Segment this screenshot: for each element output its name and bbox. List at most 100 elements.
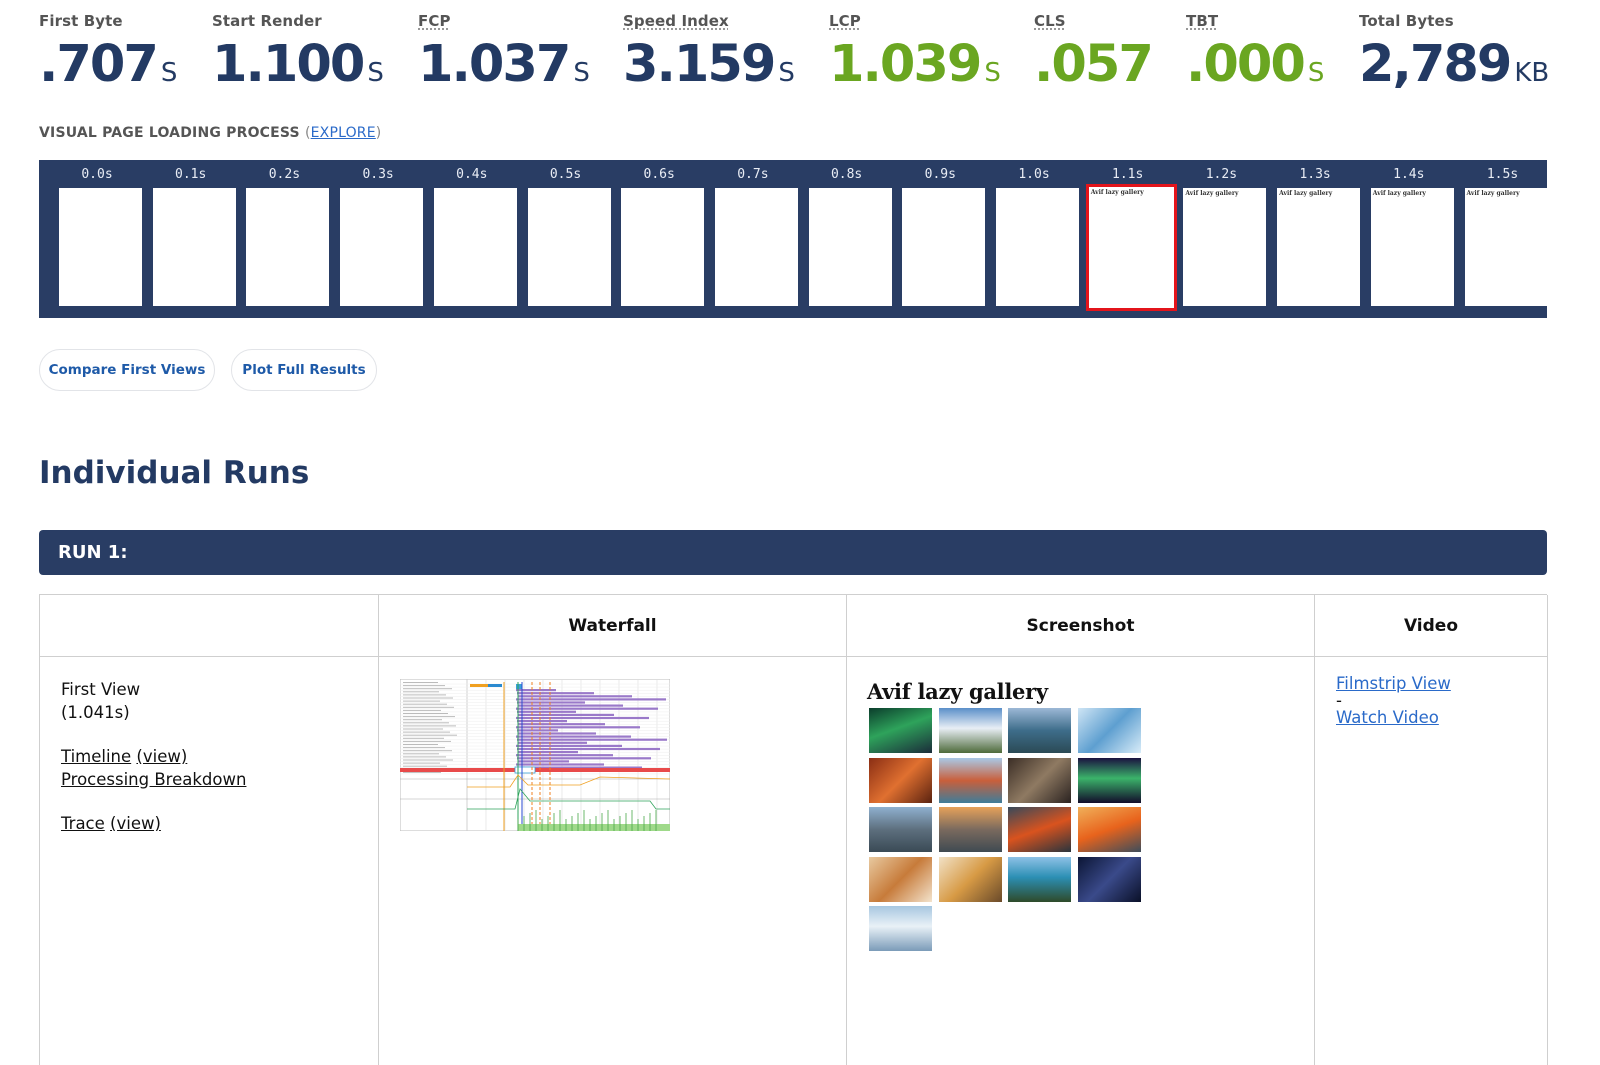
trace-view-link[interactable]: (view) [110,814,161,833]
waterfall-mark [403,734,457,736]
frame-thumbnail [59,188,142,306]
waterfall-mark [403,685,445,687]
frame-thumbnail: Avif lazy gallery [1464,188,1547,306]
watch-video-link[interactable]: Watch Video [1336,709,1451,726]
metric-cls: CLS .057 [1034,12,1154,93]
metric-label[interactable]: Speed Index [623,12,795,30]
frame-thumbnail [996,188,1079,306]
gallery-image [1077,856,1141,902]
metric-tbt: TBT .000 S [1186,12,1324,101]
gallery-image [869,708,932,753]
waterfall-mark [518,695,632,698]
filmstrip-frame[interactable]: 1.3s Avif lazy gallery [1269,160,1361,318]
frame-thumbnail-text: Avif lazy gallery [1372,190,1426,197]
waterfall-mark [403,719,442,721]
filmstrip-view-link[interactable]: Filmstrip View [1336,675,1451,692]
trace-link[interactable]: Trace [61,814,105,833]
column-screenshot: Screenshot Avif lazy gallery [847,595,1315,1065]
frame-thumbnail [714,188,798,306]
frame-time: 1.1s [1112,167,1144,182]
filmstrip-frame[interactable]: 0.0s [51,160,143,318]
frame-thumbnail [152,188,236,306]
screenshot-thumbnail[interactable]: Avif lazy gallery [867,679,1141,951]
gallery-image [1008,757,1071,803]
frame-time: 0.9s [924,167,956,182]
metrics-summary: First Byte .707 S Start Render 1.100 S FCP… [39,12,1559,102]
frame-time: 1.4s [1393,167,1425,182]
filmstrip-frame[interactable]: 0.8s [801,160,893,318]
waterfall-mark [403,709,441,711]
frame-thumbnail: Avif lazy gallery [1277,188,1361,306]
metric-number: 1.100 [212,35,365,94]
metric-number: 3.159 [623,35,776,94]
metric-label[interactable]: CLS [1034,12,1152,30]
gallery-image [1008,807,1071,852]
frame-time: 0.4s [456,167,488,182]
gallery-image [869,906,932,951]
section-title: Individual Runs [39,455,310,491]
waterfall-thumbnail[interactable] [400,679,670,831]
waterfall-mark [403,706,454,708]
first-view-time: (1.041s) [61,702,130,722]
metric-number: 2,789 [1359,35,1512,94]
waterfall-mark [403,728,443,730]
screenshot-gallery [869,708,1149,968]
filmstrip-frame[interactable]: 1.5s Avif lazy gallery [1457,160,1547,318]
timeline-link[interactable]: Timeline [61,747,131,766]
gallery-image [869,757,932,803]
separator: - [1336,691,1342,710]
processing-breakdown-link[interactable]: Processing Breakdown [61,770,246,789]
filmstrip-frame[interactable]: 1.1s Avif lazy gallery [1082,160,1177,318]
waterfall-mark [516,716,649,720]
run-label: RUN 1: [58,542,128,563]
gallery-image [869,856,932,902]
metric-value: 1.039 S [829,37,1001,101]
waterfall-mark [403,771,441,773]
metric-first-byte: First Byte .707 S [39,12,177,101]
filmstrip-frame[interactable]: 1.0s [988,160,1080,318]
compare-first-views-button[interactable]: Compare First Views [39,349,215,391]
frame-thumbnail-text: Avif lazy gallery [1185,190,1239,197]
timeline-view-link[interactable]: (view) [136,747,187,766]
screenshot-title: Avif lazy gallery [867,679,1048,704]
filmstrip-frame[interactable]: 0.5s [520,160,612,318]
metric-label[interactable]: LCP [829,12,1001,30]
plot-full-results-button[interactable]: Plot Full Results [231,349,377,391]
waterfall-mark [516,744,622,747]
filmstrip-frame[interactable]: 1.4s Avif lazy gallery [1363,160,1455,318]
filmstrip-frame[interactable]: 0.6s [613,160,705,318]
waterfall-mark [518,751,578,754]
metric-unit: S [1307,58,1325,88]
waterfall-mark [518,824,670,831]
waterfall-mark [403,722,449,724]
column-header-empty [40,595,378,657]
metric-value: 2,789 KB [1359,37,1549,101]
filmstrip-frame[interactable]: 1.2s Avif lazy gallery [1175,160,1267,318]
filmstrip-frame[interactable]: 0.3s [332,160,424,318]
waterfall-mark [403,762,440,764]
waterfall-mark [518,723,605,726]
waterfall-mark [516,726,640,729]
filmstrip-frame[interactable]: 0.7s [707,160,799,318]
waterfall-mark [403,765,447,767]
metric-label[interactable]: FCP [418,12,590,30]
waterfall-mark [403,753,439,755]
waterfall-mark [403,744,438,745]
paren-close: ) [375,125,382,141]
waterfall-mark [518,732,596,735]
frame-time: 0.6s [643,167,675,182]
metric-lcp: LCP 1.039 S [829,12,1001,101]
gallery-image [938,708,1002,753]
frame-time: 0.2s [268,167,301,182]
filmstrip-frame[interactable]: 0.1s [145,160,237,318]
first-view-label: First View [61,680,141,699]
metric-label[interactable]: TBT [1186,12,1324,30]
filmstrip-frame[interactable]: 0.9s [894,160,986,318]
frame-time: 1.0s [1018,167,1050,182]
explore-link[interactable]: EXPLORE [311,125,376,141]
waterfall-mark [403,713,448,714]
filmstrip-frame[interactable]: 0.4s [426,160,518,318]
waterfall-mark [517,710,576,713]
filmstrip-frame[interactable]: 0.2s [238,160,330,318]
